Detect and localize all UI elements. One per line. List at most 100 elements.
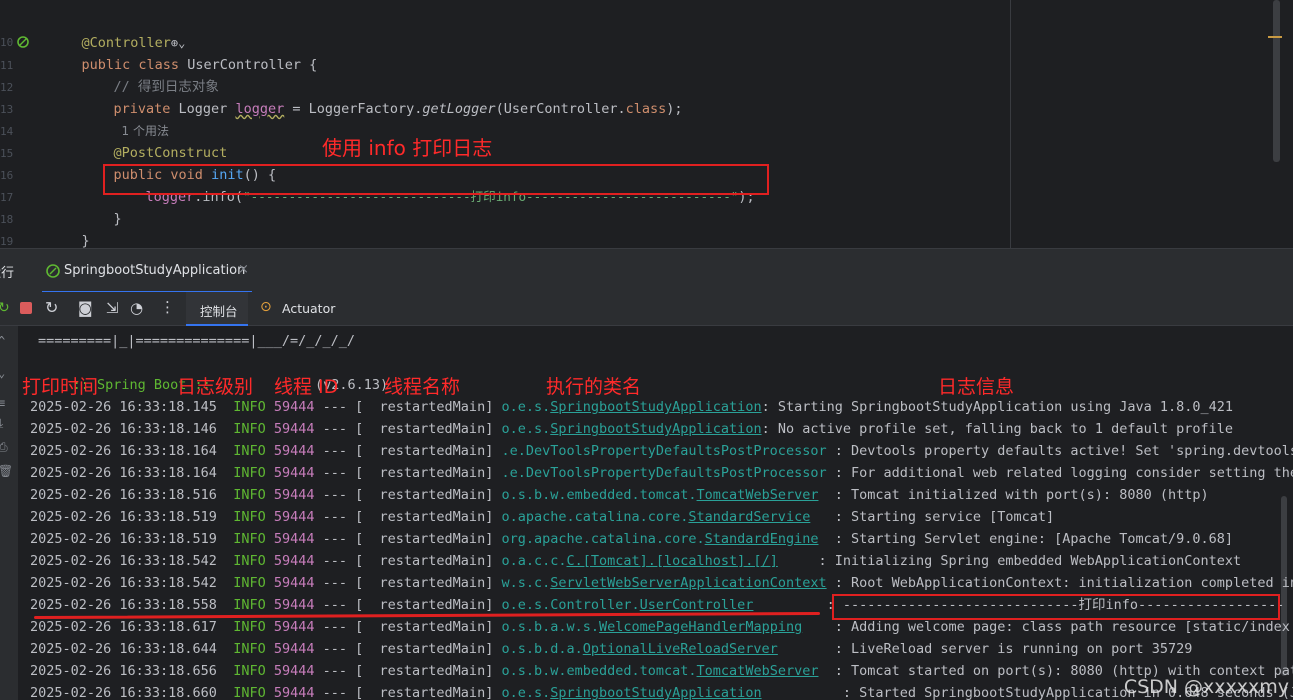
log-thread: restartedMain (379, 597, 486, 613)
log-bracket: ] (485, 399, 502, 415)
log-level: INFO (233, 597, 266, 613)
log-class-link[interactable]: SpringbootStudyApplication (550, 685, 761, 700)
code-line-10: public class UserController { (49, 32, 318, 73)
scroll-end-icon[interactable]: ⤓ (0, 416, 3, 431)
log-class-link[interactable]: TomcatWebServer (697, 487, 819, 503)
log-separator: --- [ (314, 487, 380, 503)
log-bracket: ] (485, 641, 502, 657)
more-icon[interactable]: ⋮ (160, 298, 175, 316)
log-thread: restartedMain (379, 421, 486, 437)
log-bracket: ] (485, 553, 502, 569)
log-level: INFO (233, 509, 266, 525)
log-row: 2025-02-26 16:33:18.146 INFO 59444 --- [… (30, 418, 1233, 440)
editor-scrollbar[interactable] (1273, 0, 1280, 162)
wrap-icon[interactable]: ≡ (0, 396, 5, 410)
code-editor[interactable]: 10 11 12 13 14 15 16 17 18 19 @Controlle… (0, 0, 1293, 248)
log-class-package[interactable]: o.s.b.d.a. (501, 641, 582, 657)
code-line-11: // 得到日志对象 (81, 54, 219, 95)
log-row: 2025-02-26 16:33:18.542 INFO 59444 --- [… (30, 550, 1241, 572)
log-class-link[interactable]: StandardService (688, 509, 810, 525)
log-class-package[interactable]: o.e.s. (501, 399, 550, 415)
log-timestamp: 2025-02-26 16:33:18.542 (30, 575, 217, 591)
log-row: 2025-02-26 16:33:18.519 INFO 59444 --- [… (30, 506, 1054, 528)
log-class-package[interactable]: .e.DevToolsPropertyDefaultsPostProcessor (501, 465, 826, 481)
camera-icon[interactable]: ◙ (78, 299, 93, 317)
log-message: : Starting Servlet engine: [Apache Tomca… (818, 531, 1233, 547)
log-pid: 59444 (273, 487, 315, 503)
code-line-14: @PostConstruct (81, 120, 228, 161)
log-thread: restartedMain (379, 685, 486, 700)
log-message: : Devtools property defaults active! Set… (826, 443, 1293, 459)
header-thread-name: 线程名称 (384, 376, 461, 398)
print-icon[interactable]: ⎙ (0, 440, 8, 455)
log-class-link[interactable]: SpringbootStudyApplication (550, 421, 761, 437)
log-row: 2025-02-26 16:33:18.164 INFO 59444 --- [… (30, 462, 1293, 484)
down-icon[interactable]: ⌄ (0, 366, 5, 380)
log-class-package[interactable]: o.s.b.a.w.s. (501, 619, 599, 635)
console-output[interactable]: =========|_|==============|___/=/_/_/_/ … (18, 326, 1293, 700)
log-row: 2025-02-26 16:33:18.656 INFO 59444 --- [… (30, 660, 1293, 682)
method-name: getLogger (422, 101, 496, 117)
run-label[interactable]: 运行 (0, 262, 14, 281)
stop-icon[interactable] (20, 302, 32, 314)
trash-icon[interactable]: 🗑 (0, 464, 13, 478)
log-class-package[interactable]: o.apache.catalina.core. (501, 509, 688, 525)
log-message: : Starting SpringbootStudyApplication us… (761, 399, 1233, 415)
log-class-link[interactable]: SpringbootStudyApplication (550, 399, 761, 415)
log-class-link[interactable]: TomcatWebServer (697, 663, 819, 679)
log-message: : Starting service [Tomcat] (810, 509, 1055, 525)
log-timestamp: 2025-02-26 16:33:18.519 (30, 531, 217, 547)
log-class-package[interactable]: o.e.s. (501, 685, 550, 700)
log-class-link[interactable]: UserController (640, 597, 754, 613)
log-class-package[interactable]: .e.DevToolsPropertyDefaultsPostProcessor (501, 443, 826, 459)
log-class-package[interactable]: org.apache.catalina.core. (501, 531, 704, 547)
highlight-box (832, 594, 1280, 620)
log-message: : Root WebApplicationContext: initializa… (826, 575, 1293, 591)
log-class-package[interactable]: o.s.b.w.embedded.tomcat. (501, 663, 696, 679)
log-class-package[interactable]: w.s.c. (501, 575, 550, 591)
header-message: 日志信息 (938, 376, 1015, 398)
line-number: 15 (0, 147, 14, 160)
log-timestamp: 2025-02-26 16:33:18.617 (30, 619, 217, 635)
log-row: 2025-02-26 16:33:18.164 INFO 59444 --- [… (30, 440, 1293, 462)
log-class-link[interactable]: C.[Tomcat].[localhost].[/] (567, 553, 778, 569)
log-separator: --- [ (314, 509, 380, 525)
console-toolbar: ↻ ↻ ◙ ⇲ ◔ ⋮ 控制台 ⊙ Actuator (0, 292, 1293, 326)
log-level: INFO (233, 443, 266, 459)
log-class-package[interactable]: o.e.s.Controller. (501, 597, 639, 613)
spring-run-icon (46, 264, 60, 278)
code-line-15: public void init() { (81, 142, 277, 183)
close-icon[interactable]: × (238, 262, 249, 277)
log-timestamp: 2025-02-26 16:33:18.660 (30, 685, 217, 700)
log-level: INFO (233, 641, 266, 657)
log-pid: 59444 (273, 399, 315, 415)
spring-bean-icon[interactable] (16, 34, 32, 50)
log-class-link[interactable]: StandardEngine (705, 531, 819, 547)
log-class-package[interactable]: o.e.s. (501, 421, 550, 437)
up-icon[interactable]: ^ (0, 334, 5, 348)
log-level: INFO (233, 575, 266, 591)
run-tool-window-header: 运行 SpringbootStudyApplication × (0, 248, 1293, 293)
tab-actuator[interactable]: Actuator (282, 301, 335, 316)
exit-icon[interactable]: ⇲ (106, 299, 119, 317)
log-pid: 59444 (273, 575, 315, 591)
gauge-icon[interactable]: ◔ (130, 299, 143, 317)
code-text: (UserController. (495, 101, 626, 117)
console-side-toolbar: ^ ⌄ ≡ ⤓ ⎙ 🗑 (0, 326, 18, 700)
log-class-link[interactable]: OptionalLiveReloadServer (583, 641, 778, 657)
log-separator: --- [ (314, 663, 380, 679)
log-class-package[interactable]: o.a.c.c. (501, 553, 566, 569)
code-line-12: private Logger logger = LoggerFactory.ge… (81, 76, 683, 138)
rerun-icon[interactable]: ↻ (0, 300, 10, 316)
tab-springboot-app[interactable]: SpringbootStudyApplication × (42, 249, 252, 293)
log-class-link[interactable]: ServletWebServerApplicationContext (550, 575, 826, 591)
log-pid: 59444 (273, 685, 315, 700)
tab-console[interactable]: 控制台 (186, 292, 248, 326)
log-thread: restartedMain (379, 531, 486, 547)
log-separator: --- [ (314, 399, 380, 415)
log-row: 2025-02-26 16:33:18.644 INFO 59444 --- [… (30, 638, 1192, 660)
restart-icon[interactable]: ↻ (45, 298, 58, 317)
log-thread: restartedMain (379, 509, 486, 525)
log-class-package[interactable]: o.s.b.w.embedded.tomcat. (501, 487, 696, 503)
log-class-link[interactable]: WelcomePageHandlerMapping (599, 619, 802, 635)
